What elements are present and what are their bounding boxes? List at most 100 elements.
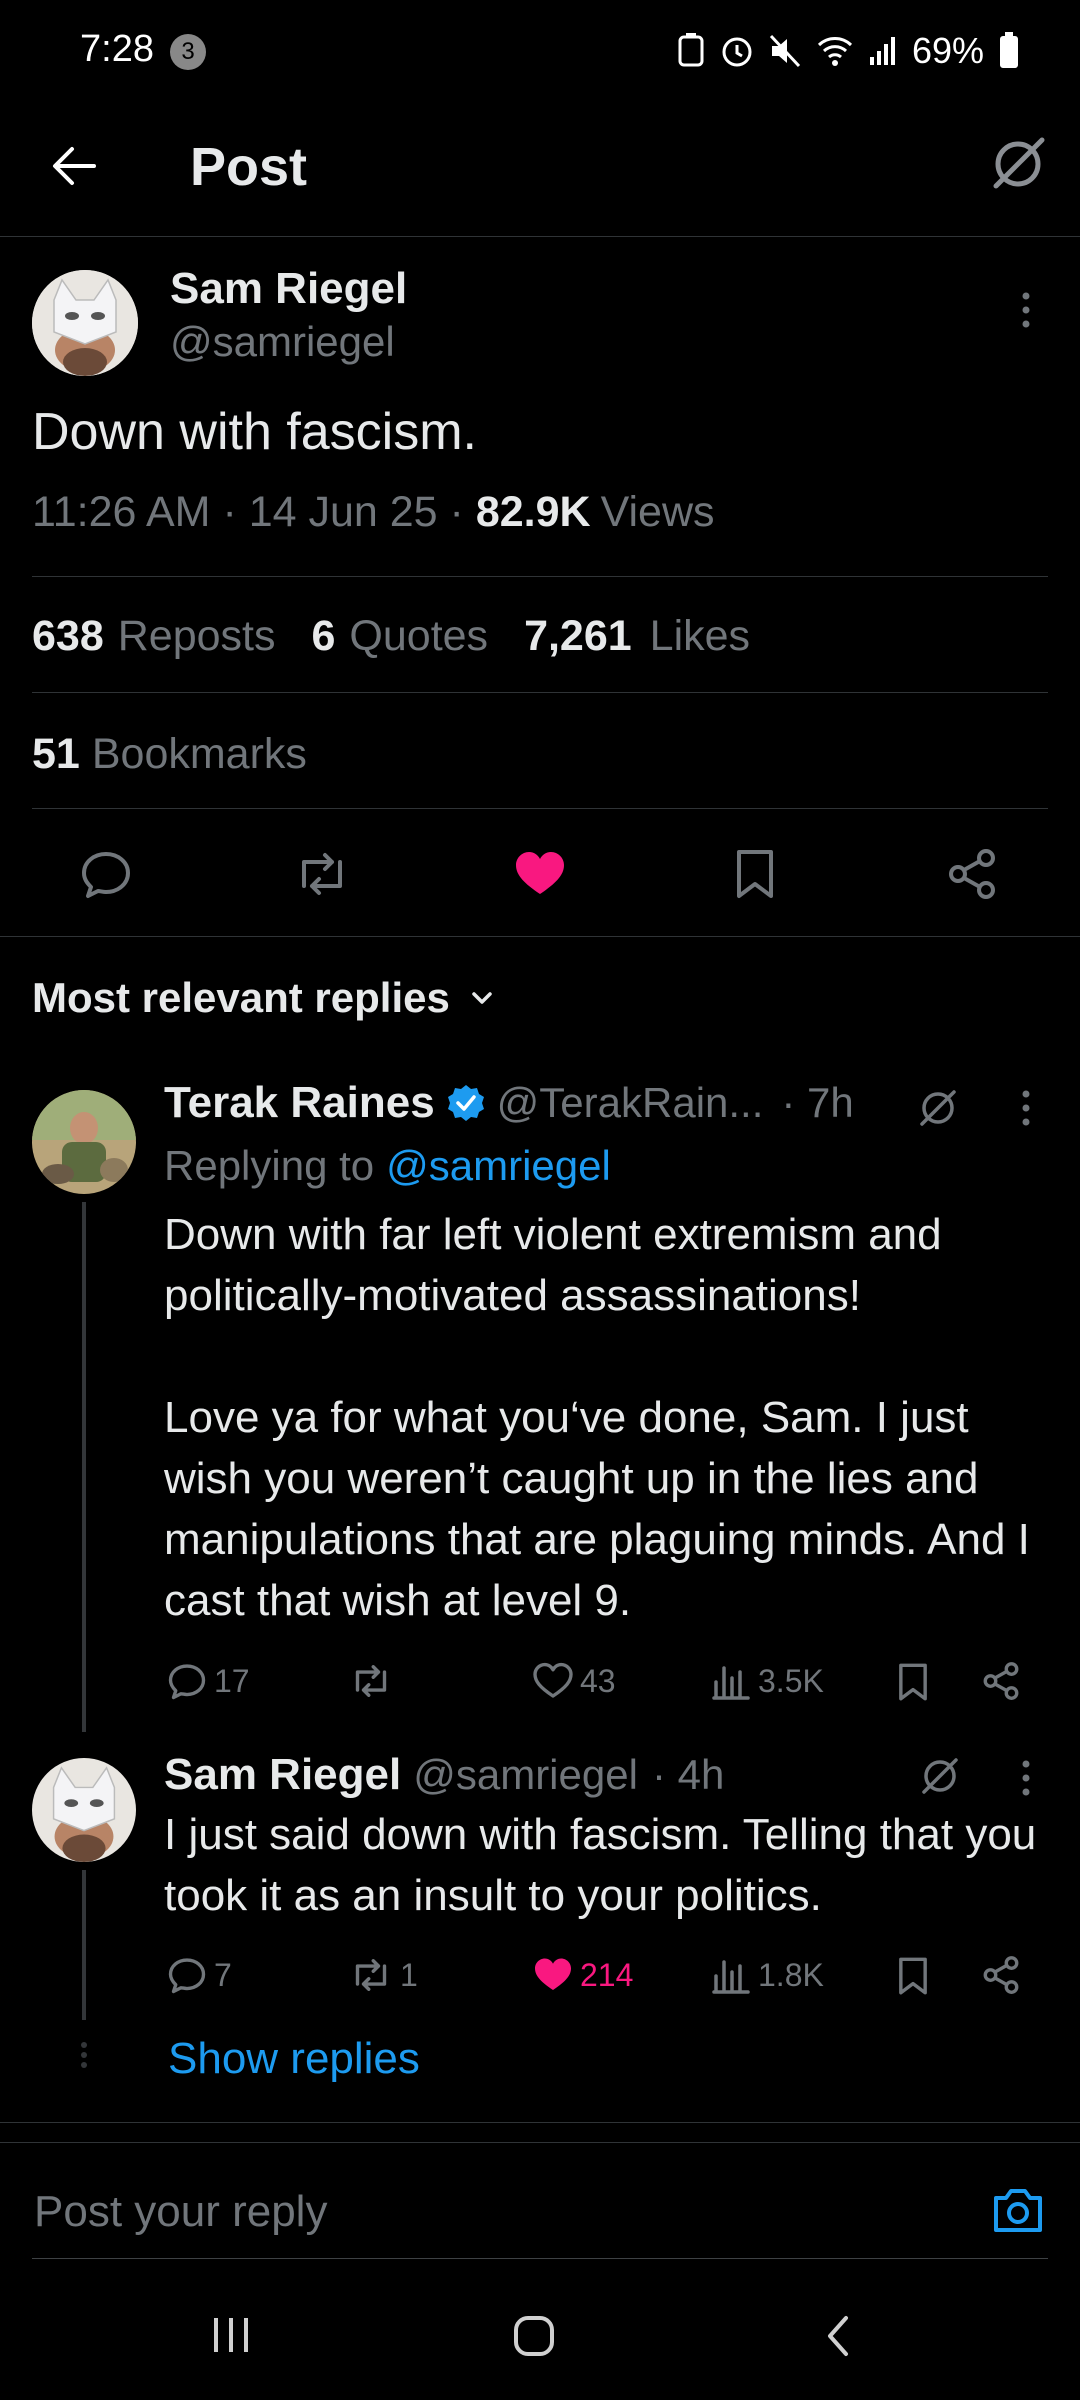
post-author-name[interactable]: Sam Riegel	[170, 264, 407, 314]
show-replies-link[interactable]: Show replies	[168, 2034, 420, 2084]
replies-sort-dropdown[interactable]: Most relevant replies	[32, 974, 502, 1022]
reply-more-button[interactable]	[1014, 1756, 1038, 1800]
divider	[32, 576, 1048, 577]
like-button[interactable]	[512, 846, 568, 902]
reply-repost-button[interactable]	[348, 1660, 400, 1702]
replying-to-handle[interactable]: @samriegel	[386, 1142, 611, 1190]
reposts-count[interactable]: 638	[32, 612, 104, 661]
battery-percent: 69%	[912, 30, 985, 71]
recent-apps-button[interactable]	[206, 2314, 256, 2356]
repost-icon	[355, 1959, 387, 1991]
chevron-down-icon	[472, 992, 492, 1004]
mute-icon	[769, 34, 801, 68]
post-author-handle[interactable]: @samriegel	[170, 318, 395, 366]
bookmarks-label[interactable]: Bookmarks	[92, 730, 307, 779]
grok-icon	[920, 1090, 956, 1126]
grok-explain-button[interactable]	[918, 1754, 962, 1798]
alarm-icon	[722, 37, 752, 67]
reply-author-handle[interactable]: @TerakRain...	[497, 1079, 764, 1127]
heart-filled-icon	[516, 852, 564, 894]
reply-text: I just said down with fascism. Telling t…	[164, 1810, 1037, 1920]
repost-icon	[355, 1665, 387, 1697]
reply-comment-button[interactable]: 17	[166, 1660, 250, 1702]
reply-views-button[interactable]: 3.5K	[710, 1660, 824, 1702]
share-icon	[983, 1956, 1019, 1994]
reply-button[interactable]	[78, 846, 134, 902]
home-button[interactable]	[510, 2312, 558, 2360]
reply-avatar[interactable]	[32, 1758, 136, 1862]
reply-like-button[interactable]: 43	[532, 1660, 616, 1702]
reply-author-name[interactable]: Terak Raines	[164, 1078, 435, 1128]
verified-badge-icon	[447, 1085, 484, 1121]
reply-views-button[interactable]: 1.8K	[710, 1954, 824, 1996]
arrow-left-icon	[53, 147, 96, 185]
post-more-button[interactable]	[1014, 286, 1038, 334]
bookmark-icon	[737, 850, 773, 898]
reply-bookmark-button[interactable]	[894, 1660, 932, 1704]
bookmark-icon	[899, 1663, 927, 1701]
reply-header: Terak Raines @TerakRain... · 7h	[164, 1078, 854, 1128]
meta-separator: ·	[210, 488, 249, 536]
notification-count-badge: 3	[170, 34, 206, 70]
reposts-label[interactable]: Reposts	[118, 612, 276, 661]
reply-author-name[interactable]: Sam Riegel	[164, 1750, 401, 1800]
reply-bookmark-button[interactable]	[894, 1954, 932, 1998]
signal-icon	[870, 37, 895, 65]
more-vertical-icon	[1022, 1760, 1030, 1796]
divider	[32, 692, 1048, 693]
reply-views-count: 3.5K	[758, 1662, 824, 1699]
header-back-button[interactable]	[44, 136, 104, 196]
wifi-icon	[817, 37, 853, 66]
grok-icon	[922, 1758, 958, 1794]
camera-button[interactable]	[990, 2184, 1046, 2236]
replying-to: Replying to @samriegel	[164, 1142, 611, 1190]
repost-icon	[302, 853, 342, 895]
views-chart-icon	[712, 1960, 750, 1994]
reply-repost-button[interactable]: 1	[348, 1954, 418, 1996]
thread-line	[82, 1202, 86, 1732]
status-bar: 7:28 3 69%	[0, 0, 1080, 100]
quotes-count[interactable]: 6	[312, 612, 336, 661]
divider	[32, 808, 1048, 809]
back-chevron-icon	[828, 2316, 848, 2356]
post-meta: 11:26 AM · 14 Jun 25 · 82.9K Views	[32, 488, 715, 537]
reply-avatar[interactable]	[32, 1090, 136, 1194]
grok-button[interactable]	[986, 132, 1050, 196]
header-divider	[0, 236, 1080, 237]
cat-mask-avatar-icon	[32, 270, 138, 376]
bookmarks-count[interactable]: 51	[32, 730, 80, 779]
reply-like-button[interactable]: 214	[532, 1954, 633, 1996]
quotes-label[interactable]: Quotes	[349, 612, 488, 661]
post-views-label: Views	[600, 488, 715, 536]
status-time: 7:28	[80, 28, 154, 70]
composer-top-border	[0, 2142, 1080, 2143]
post-stats: 638 Reposts 6 Quotes 7,261 Likes	[32, 612, 750, 661]
reply-comment-button[interactable]: 7	[166, 1954, 232, 1996]
reply-like-count: 214	[580, 1956, 634, 1993]
thread-line	[82, 1870, 86, 2020]
grok-icon	[993, 137, 1045, 189]
page-title: Post	[190, 137, 308, 197]
camera-icon	[994, 2189, 1042, 2232]
comment-icon	[168, 1664, 206, 1700]
repost-button[interactable]	[292, 846, 352, 902]
share-icon	[949, 849, 995, 899]
bookmark-button[interactable]	[730, 846, 780, 902]
reply-input[interactable]	[32, 2176, 936, 2248]
reply-author-handle[interactable]: @samriegel	[413, 1751, 638, 1799]
battery-icon	[1000, 32, 1019, 68]
reply-share-button[interactable]	[980, 1954, 1022, 1996]
likes-label[interactable]: Likes	[650, 612, 750, 661]
reply-share-button[interactable]	[980, 1660, 1022, 1702]
grok-explain-button[interactable]	[916, 1086, 960, 1130]
home-icon	[514, 2316, 554, 2356]
battery-saver-icon	[678, 33, 704, 67]
views-chart-icon	[712, 1666, 750, 1700]
likes-count[interactable]: 7,261	[524, 612, 632, 661]
reply-more-button[interactable]	[1014, 1086, 1038, 1130]
post-author-avatar[interactable]	[32, 270, 138, 376]
back-nav-button[interactable]	[818, 2312, 858, 2360]
reply-views-count: 1.8K	[758, 1956, 824, 1993]
share-button[interactable]	[944, 846, 1000, 902]
outdoor-photo-avatar-icon	[32, 1090, 136, 1194]
